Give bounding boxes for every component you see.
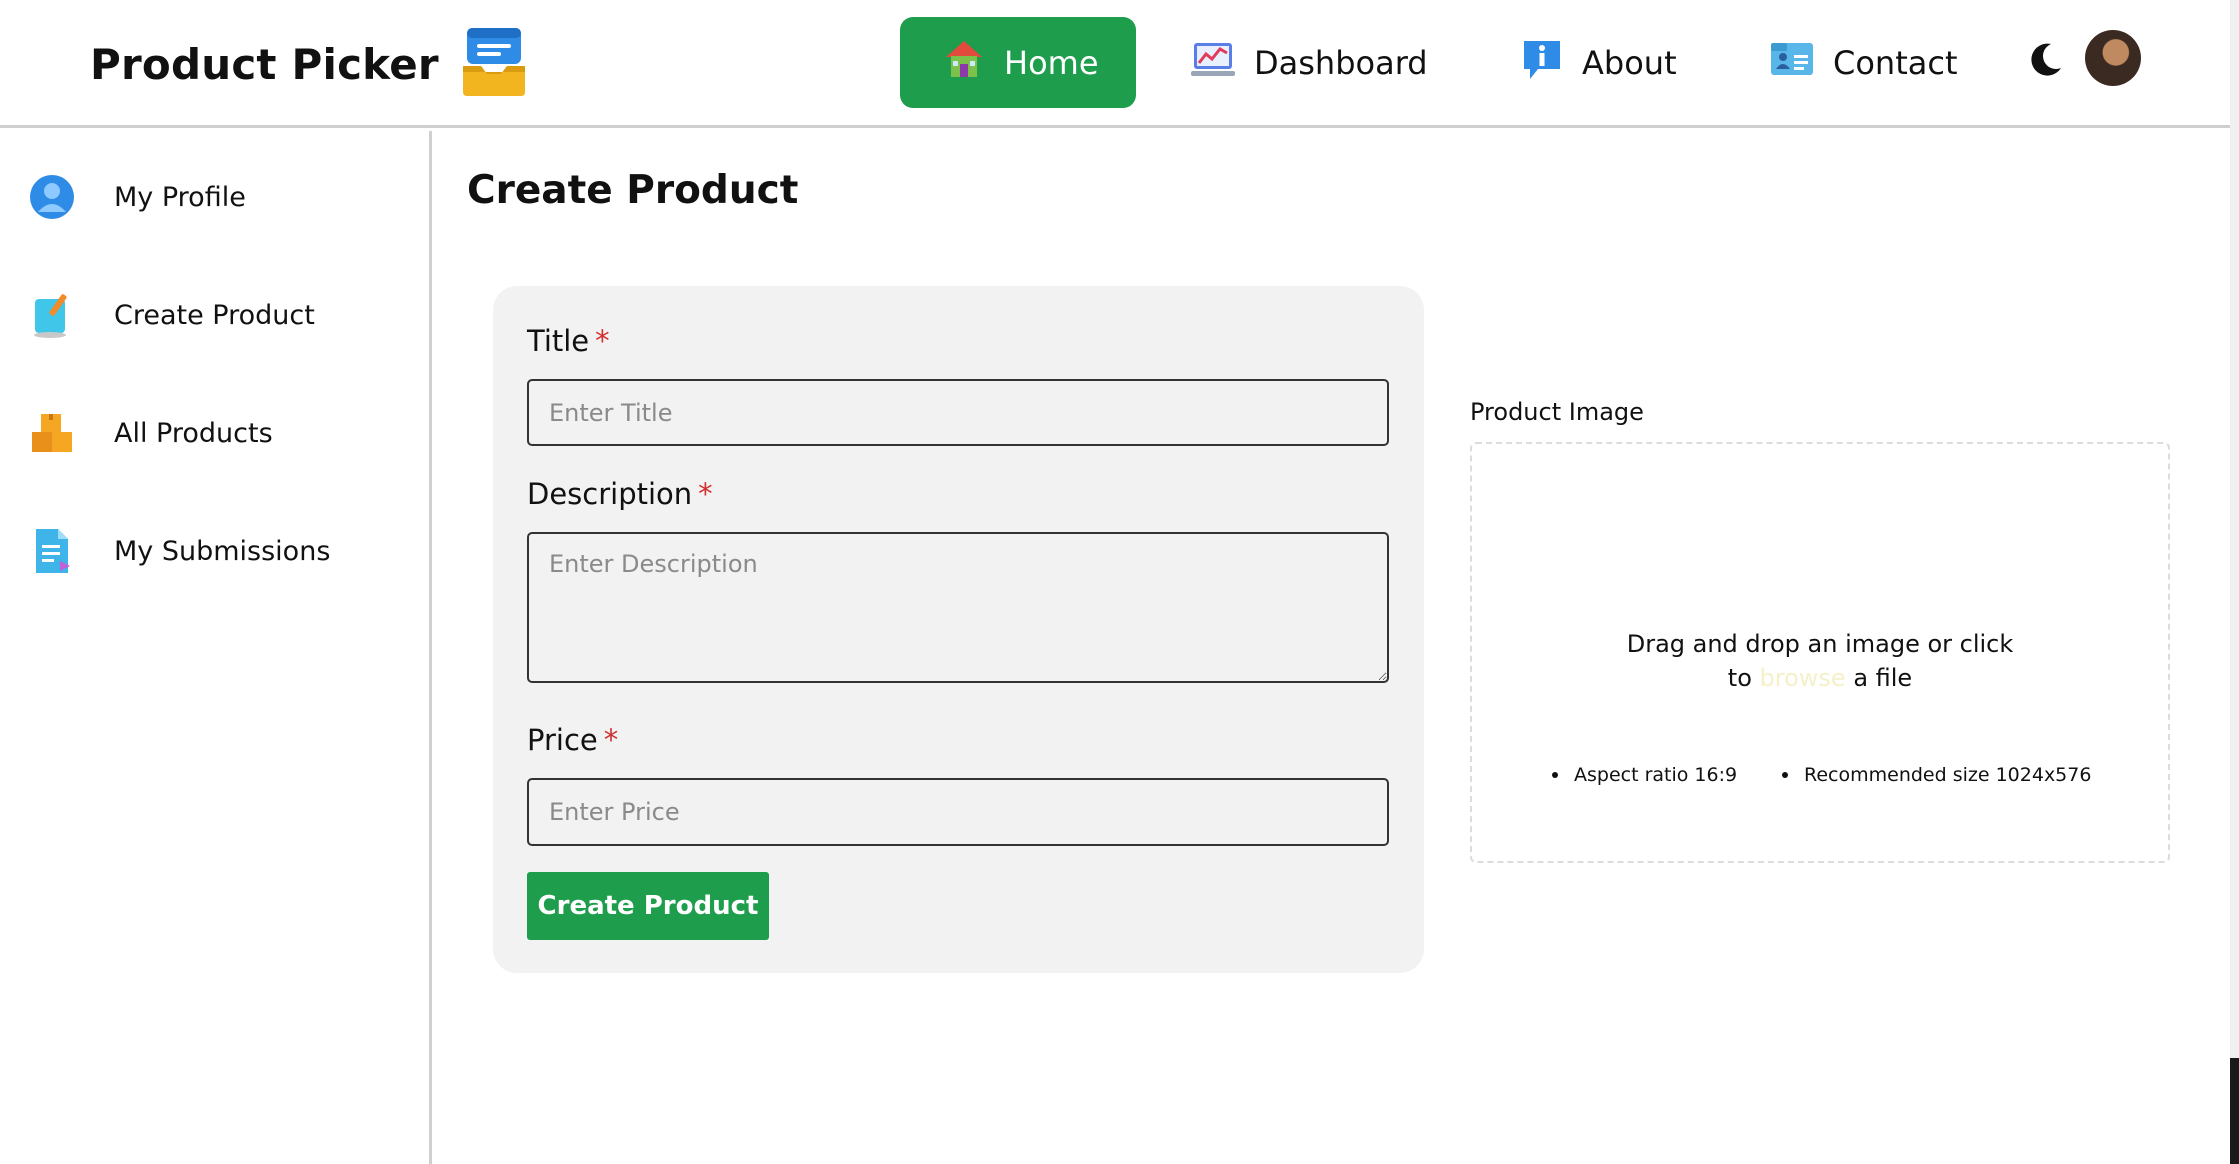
contact-card-icon (1769, 37, 1815, 89)
price-input[interactable] (527, 778, 1389, 846)
required-mark: * (603, 723, 619, 757)
scrollbar-thumb[interactable] (2230, 1058, 2239, 1164)
sidebar-item-label: My Submissions (114, 535, 331, 567)
boxes-icon (28, 409, 76, 457)
document-icon (28, 527, 76, 575)
sidebar-item-my-profile[interactable]: My Profile (28, 167, 246, 227)
dropzone-line-2: to browse a file (1472, 661, 2168, 695)
inbox-tray-icon (461, 26, 527, 102)
price-label: Price * (527, 723, 618, 757)
nav-about-label: About (1582, 43, 1677, 82)
create-product-button[interactable]: Create Product (527, 872, 769, 940)
top-navbar: Product Picker Home Dashboard About Cont… (0, 0, 2230, 128)
description-input[interactable] (527, 532, 1389, 683)
nav-contact[interactable]: Contact (1769, 17, 1958, 108)
browse-link[interactable]: browse (1760, 664, 1846, 692)
nav-about[interactable]: About (1520, 17, 1677, 108)
price-label-text: Price (527, 723, 598, 757)
title-label: Title * (527, 324, 610, 358)
nav-home[interactable]: Home (900, 17, 1136, 108)
dropzone-text: Drag and drop an image or click to brows… (1472, 627, 2168, 695)
scrollbar[interactable] (2230, 0, 2239, 1164)
sidebar-item-label: Create Product (114, 299, 315, 331)
create-product-form: Title* Description* Price* Create Produc… (493, 286, 1424, 973)
brand-title: Product Picker (90, 39, 439, 89)
hint-text: Recommended size 1024x576 (1804, 764, 2092, 786)
title-label-text: Title (527, 324, 590, 358)
hint-aspect-ratio: Aspect ratio 16:9 (1552, 764, 1737, 786)
sidebar-item-label: All Products (114, 417, 273, 449)
required-mark: * (595, 324, 610, 358)
moon-icon[interactable] (2025, 40, 2065, 80)
required-mark: * (698, 477, 713, 511)
nav-home-label: Home (1004, 43, 1099, 82)
hint-text: Aspect ratio 16:9 (1574, 764, 1738, 786)
user-circle-icon (28, 173, 76, 221)
description-label: Description * (527, 477, 713, 511)
image-dropzone[interactable]: Drag and drop an image or click to brows… (1470, 442, 2170, 863)
sidebar: My Profile Create Product All Products M… (0, 131, 432, 1164)
dropzone-to: to (1727, 664, 1752, 692)
sidebar-item-label: My Profile (114, 181, 246, 213)
page-title: Create Product (467, 168, 799, 213)
nav-contact-label: Contact (1833, 43, 1958, 82)
info-bubble-icon (1520, 37, 1564, 89)
sidebar-item-all-products[interactable]: All Products (28, 403, 273, 463)
bullet-icon (1782, 772, 1788, 778)
brand[interactable]: Product Picker (90, 26, 527, 102)
product-image-label: Product Image (1470, 398, 1644, 426)
dropzone-line-1: Drag and drop an image or click (1626, 630, 2014, 658)
chart-laptop-icon (1190, 37, 1236, 89)
house-icon (942, 37, 986, 89)
nav-dashboard-label: Dashboard (1254, 43, 1428, 82)
nav-dashboard[interactable]: Dashboard (1190, 17, 1428, 108)
title-input[interactable] (527, 379, 1389, 446)
notepad-pencil-icon (28, 291, 76, 339)
user-avatar[interactable] (2085, 30, 2141, 86)
dropzone-after: a file (1853, 664, 1913, 692)
hint-recommended-size: Recommended size 1024x576 (1782, 764, 2091, 786)
sidebar-item-create-product[interactable]: Create Product (28, 285, 315, 345)
description-label-text: Description (527, 477, 693, 511)
sidebar-item-my-submissions[interactable]: My Submissions (28, 521, 330, 581)
bullet-icon (1552, 772, 1558, 778)
